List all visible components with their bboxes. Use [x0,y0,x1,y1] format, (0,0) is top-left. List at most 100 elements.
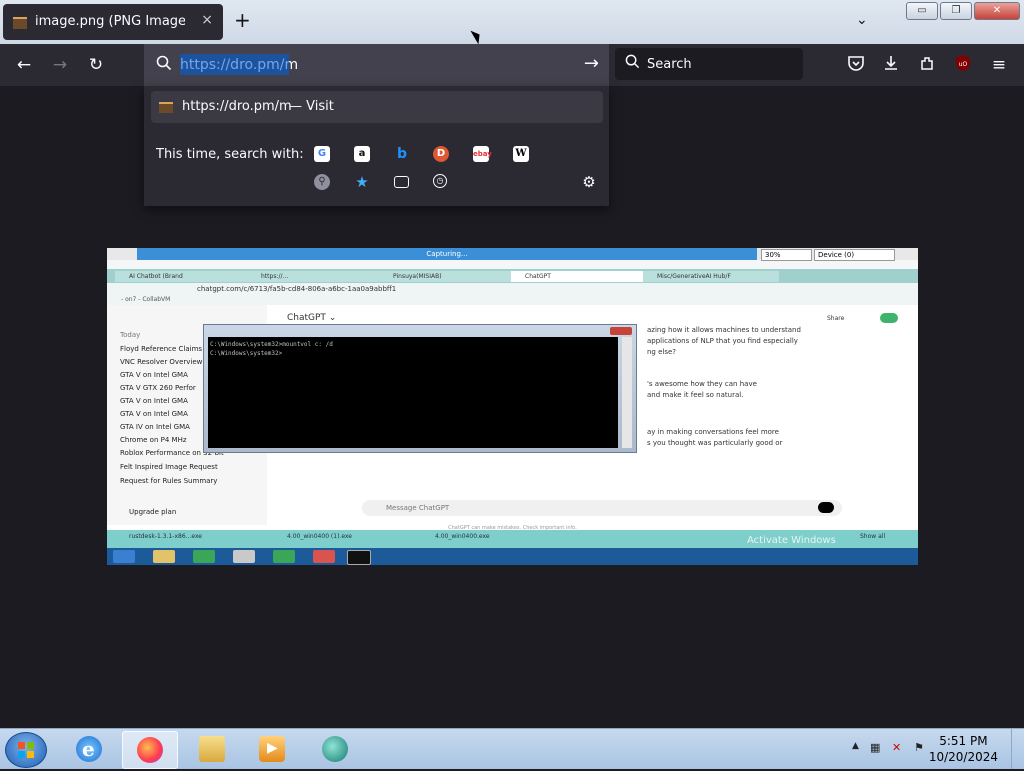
show-desktop-button[interactable] [1011,729,1024,769]
search-settings-gear-icon[interactable]: ⚙ [581,174,597,190]
duckduckgo-icon[interactable]: D [433,146,449,162]
sidebar-item: GTA IV on Intel GMA [120,423,190,431]
sidebar-item: GTA V GTX 260 Perfor [120,384,196,392]
menu-hamburger-icon[interactable]: ≡ [988,54,1010,76]
ublock-origin-icon[interactable]: uO [952,54,974,76]
url-selection-highlight [180,54,289,75]
show-all: Show all [860,533,886,540]
chat-line: ng else? [647,348,677,356]
clock-date: 10/20/2024 [928,750,998,764]
sidebar-item: GTA V on Intel GMA [120,371,188,379]
suggestion-row[interactable]: https://dro.pm/m — Visit [151,91,603,123]
inner-address: chatgpt.com/c/6713/fa5b-cd84-806a-a6bc-1… [197,285,397,293]
upgrade-plan: Upgrade plan [129,508,177,516]
file-explorer-icon[interactable] [185,731,239,767]
downloads-icon[interactable] [880,54,902,76]
message-input: Message ChatGPT [362,500,842,516]
suggestion-url: https://dro.pm/m [182,99,292,114]
inner-tab: https://... [247,271,383,282]
tab-close-icon[interactable]: × [201,12,213,28]
inner-tab: ChatGPT [511,271,647,282]
image-favicon-icon [159,102,173,113]
cmd-console: C:\Windows\system32>mountvol c: /d C:\Wi… [208,337,618,448]
inner-tab: AI Chatbot (Brand [115,271,251,282]
windows-taskbar: e ▶ ▲ ▦ ✕ ⚑ 5:51 PM 10/20/2024 [0,728,1024,769]
tab-image-png[interactable]: image.png (PNG Image, 811 × 317 pixels) … [3,4,223,40]
chat-line: azing how it allows machines to understa… [647,326,801,334]
forward-arrow-icon[interactable]: → [49,54,71,76]
history-clock-icon[interactable]: ◷ [433,174,447,188]
chat-title: ChatGPT ⌄ [287,313,337,323]
pocket-icon[interactable] [845,54,867,76]
activate-windows-watermark: Activate Windows [747,535,836,546]
capture-bar: Capturing... 30% Device (0) [107,248,918,261]
inner-app-icon [233,550,255,563]
search-input[interactable] [647,54,787,74]
sidebar-item: VNC Resolver Overview [120,358,203,366]
new-tab-button[interactable]: + [234,10,251,30]
bing-icon[interactable]: b [394,146,410,162]
search-icon [625,54,640,73]
media-player-icon[interactable]: ▶ [245,731,299,767]
search-with-label: This time, search with: [156,147,304,162]
firefox-icon[interactable] [122,731,178,769]
internet-explorer-icon[interactable]: e [62,731,116,767]
chat-line: ay in making conversations feel more [647,428,779,436]
search-shortcut-icon[interactable]: ⚲ [314,174,330,190]
search-box[interactable] [615,48,803,80]
action-center-icon[interactable]: ▦ [870,741,880,754]
show-hidden-icons-button[interactable]: ▲ [852,741,859,751]
network-icon[interactable]: ✕ [892,741,901,754]
back-arrow-icon[interactable]: ← [13,54,35,76]
clock[interactable]: 5:51 PM 10/20/2024 [929,733,998,765]
capture-progress: Capturing... [137,248,757,260]
ebay-icon[interactable]: ebay [473,146,492,162]
system-tray: ▲ ▦ ✕ ⚑ 5:51 PM 10/20/2024 [844,729,1024,769]
cmd-line: C:\Windows\system32>mountvol c: /d [210,341,333,348]
maximize-button[interactable]: ❐ [940,2,972,20]
message-placeholder: Message ChatGPT [386,504,450,512]
inner-tab: Misc/GenerativeAI Hub/F [643,271,779,282]
sidebar-item: Chrome on P4 MHz [120,436,187,444]
displayed-image: Capturing... 30% Device (0) AI Chatbot (… [107,248,918,565]
download-item: 4.00_win0400.exe [435,533,490,540]
amazon-icon[interactable]: a [354,146,370,162]
url-suggestions-dropdown: https://dro.pm/m — Visit This time, sear… [144,86,609,206]
extensions-icon[interactable] [917,54,939,76]
sidebar-heading: Today [120,331,141,339]
window-controls: ▭ ❐ ✕ [906,2,1020,20]
svg-text:uO: uO [959,61,968,68]
go-arrow-icon[interactable]: → [584,53,599,74]
clock-time: 5:51 PM [939,734,988,748]
close-button[interactable]: ✕ [974,2,1020,20]
inner-bookmark-bar: - on7 - CollabVM [107,295,918,305]
inner-app-icon [313,550,335,563]
sidebar-item: GTA V on Intel GMA [120,397,188,405]
zoom-select: 30% [761,249,812,261]
inner-cmd-icon [347,550,371,565]
chat-line: applications of NLP that you find especi… [647,337,798,345]
list-all-tabs-button[interactable]: ⌄ [856,12,868,28]
search-icon [156,55,172,75]
inner-folder-icon [153,550,175,563]
wikipedia-icon[interactable]: W [513,146,529,162]
send-icon [818,502,834,513]
flag-icon[interactable]: ⚑ [914,741,924,754]
sidebar-item: Request for Rules Summary [120,477,218,485]
start-button[interactable] [5,732,47,768]
download-item: rustdesk-1.3.1-x86...exe [129,533,202,540]
google-icon[interactable]: G [314,146,330,162]
reload-icon[interactable]: ↻ [85,54,107,76]
inner-bookmark: - on7 - CollabVM [121,296,171,303]
tab-strip: image.png (PNG Image, 811 × 317 pixels) … [0,0,1024,44]
sidebar-item: Floyd Reference Claims [120,345,203,353]
tabs-icon[interactable] [394,176,409,188]
inner-tab: Pinsuya(MISIAB) [379,271,515,282]
minimize-button[interactable]: ▭ [906,2,938,20]
bookmarks-star-icon[interactable]: ★ [354,174,370,190]
inner-address-bar: chatgpt.com/c/6713/fa5b-cd84-806a-a6bc-1… [107,283,918,295]
sidebar-item: Felt Inspired Image Request [120,463,218,471]
cmd-close-icon [610,327,632,335]
inner-start-icon [113,550,135,563]
app-icon[interactable] [308,731,362,767]
